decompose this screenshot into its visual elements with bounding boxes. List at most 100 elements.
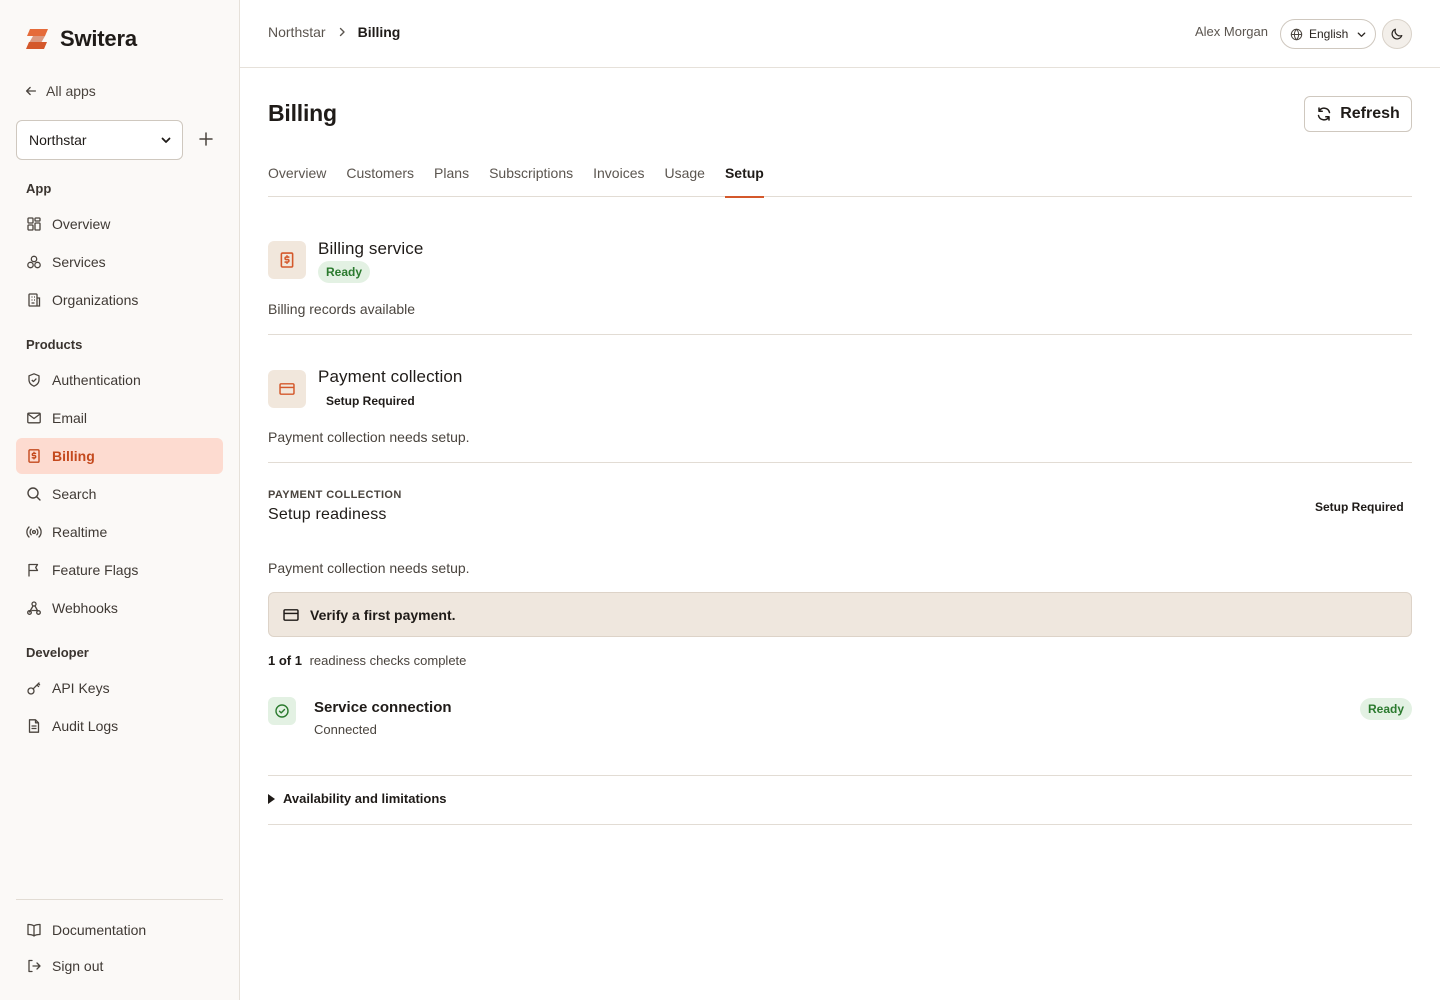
chevron-down-icon xyxy=(1358,31,1366,37)
top-bar: Northstar Billing Alex Morgan English xyxy=(240,0,1440,68)
brand-mark-icon xyxy=(26,29,48,49)
sidebar-item-label: Search xyxy=(52,486,97,502)
radio-waves-icon xyxy=(26,526,42,538)
sidebar-item-webhooks[interactable]: Webhooks xyxy=(16,590,223,626)
sidebar-item-organizations[interactable]: Organizations xyxy=(16,282,223,318)
breadcrumb: Northstar Billing xyxy=(268,24,400,40)
theme-toggle-button[interactable] xyxy=(1382,19,1412,49)
callout-text: Verify a first payment. xyxy=(310,606,456,623)
section-label-products: Products xyxy=(26,337,83,352)
sidebar-item-label: Overview xyxy=(52,216,111,232)
disclosure-triangle-icon xyxy=(268,793,275,804)
tab-invoices[interactable]: Invoices xyxy=(593,158,644,197)
add-app-icon[interactable] xyxy=(196,129,216,149)
sidebar-item-label: Billing xyxy=(52,448,95,464)
sidebar-item-label: Webhooks xyxy=(52,600,118,616)
refresh-button[interactable]: Refresh xyxy=(1304,96,1412,132)
section-divider xyxy=(268,334,1412,335)
sidebar-item-services[interactable]: Services xyxy=(16,244,223,280)
sidebar-item-label: Services xyxy=(52,254,106,270)
tab-overview[interactable]: Overview xyxy=(268,158,326,197)
sidebar-item-label: Audit Logs xyxy=(52,718,119,734)
grid-icon xyxy=(27,217,41,231)
sidebar-item-billing[interactable]: Billing xyxy=(16,438,223,474)
status-badge: Ready xyxy=(318,261,371,283)
search-icon xyxy=(27,487,41,501)
status-badge: Ready xyxy=(1360,698,1413,720)
billing-service-description: Billing records available xyxy=(268,301,416,317)
app-selector-value: Northstar xyxy=(29,132,87,148)
key-icon xyxy=(27,682,41,695)
next-step-callout: Verify a first payment. xyxy=(268,592,1412,637)
tab-usage[interactable]: Usage xyxy=(664,158,704,197)
tab-setup[interactable]: Setup xyxy=(724,158,764,198)
mail-icon xyxy=(27,412,41,424)
sidebar-item-overview[interactable]: Overview xyxy=(16,206,223,242)
brand-name: Switera xyxy=(60,26,137,51)
sidebar-item-feature-flags[interactable]: Feature Flags xyxy=(16,552,223,588)
receipt-dollar-icon xyxy=(280,252,294,268)
sidebar-item-api-keys[interactable]: API Keys xyxy=(16,670,223,706)
tab-customers[interactable]: Customers xyxy=(346,158,414,197)
readiness-count: 1 of 1 xyxy=(268,653,302,668)
building-icon xyxy=(28,293,41,307)
sidebar-item-audit-logs[interactable]: Audit Logs xyxy=(16,708,223,744)
refresh-icon xyxy=(1317,107,1331,121)
sidebar-item-search[interactable]: Search xyxy=(16,476,223,512)
sidebar-item-label: Authentication xyxy=(52,372,141,388)
credit-card-icon xyxy=(283,608,299,621)
sidebar-item-label: Feature Flags xyxy=(52,562,139,578)
section-divider xyxy=(268,462,1412,463)
section-divider xyxy=(268,824,1412,825)
boxes-icon xyxy=(27,255,41,269)
arrow-left-icon xyxy=(25,86,37,96)
check-subtitle: Connected xyxy=(314,722,377,737)
payment-collection-title: Payment collection xyxy=(318,367,463,386)
all-apps-label: All apps xyxy=(46,83,96,99)
brand-logo[interactable]: Switera xyxy=(24,26,137,52)
shield-check-icon xyxy=(28,373,40,387)
sidebar-item-email[interactable]: Email xyxy=(16,400,223,436)
sidebar-item-realtime[interactable]: Realtime xyxy=(16,514,223,550)
refresh-label: Refresh xyxy=(1340,105,1400,122)
check-title: Service connection xyxy=(314,699,452,716)
tab-subscriptions[interactable]: Subscriptions xyxy=(489,158,573,197)
all-apps-link[interactable]: All apps xyxy=(24,80,96,102)
payment-collection-icon-tile xyxy=(268,370,306,408)
section-divider xyxy=(268,775,1412,776)
payment-collection-description: Payment collection needs setup. xyxy=(268,429,470,445)
sidebar-item-label: Organizations xyxy=(52,292,139,308)
sidebar-item-label: Documentation xyxy=(52,922,147,938)
tab-bar: Overview Customers Plans Subscriptions I… xyxy=(268,158,1412,198)
app-selector[interactable]: Northstar xyxy=(16,120,183,160)
language-label: English xyxy=(1309,27,1349,41)
billing-service-title: Billing service xyxy=(318,239,424,258)
page-title: Billing xyxy=(268,100,337,126)
credit-card-icon xyxy=(279,383,295,395)
status-badge: Setup Required xyxy=(326,394,415,408)
user-name[interactable]: Alex Morgan xyxy=(1195,24,1268,39)
book-open-icon xyxy=(27,923,41,937)
readiness-eyebrow: PAYMENT COLLECTION xyxy=(268,489,402,501)
status-badge: Setup Required xyxy=(1315,500,1404,514)
availability-disclosure[interactable]: Availability and limitations xyxy=(268,791,447,806)
sidebar: Switera All apps Northstar App Overview … xyxy=(0,0,240,1000)
moon-icon xyxy=(1391,28,1403,40)
sign-out-icon xyxy=(28,959,41,973)
breadcrumb-parent[interactable]: Northstar xyxy=(268,24,326,40)
readiness-title: Setup readiness xyxy=(268,506,387,523)
sidebar-item-label: API Keys xyxy=(52,680,110,696)
tab-plans[interactable]: Plans xyxy=(434,158,469,197)
check-circle-icon xyxy=(275,704,289,718)
sidebar-divider xyxy=(16,899,223,900)
readiness-progress: 1 of 1 readiness checks complete xyxy=(268,653,466,668)
billing-service-icon-tile xyxy=(268,241,306,279)
sidebar-item-sign-out[interactable]: Sign out xyxy=(16,948,223,984)
check-icon-tile xyxy=(268,697,296,725)
sidebar-item-documentation[interactable]: Documentation xyxy=(16,912,223,948)
language-selector[interactable]: English xyxy=(1280,19,1376,49)
section-label-app: App xyxy=(26,181,52,196)
breadcrumb-current: Billing xyxy=(357,24,401,40)
receipt-dollar-icon xyxy=(28,449,40,463)
sidebar-item-authentication[interactable]: Authentication xyxy=(16,362,223,398)
